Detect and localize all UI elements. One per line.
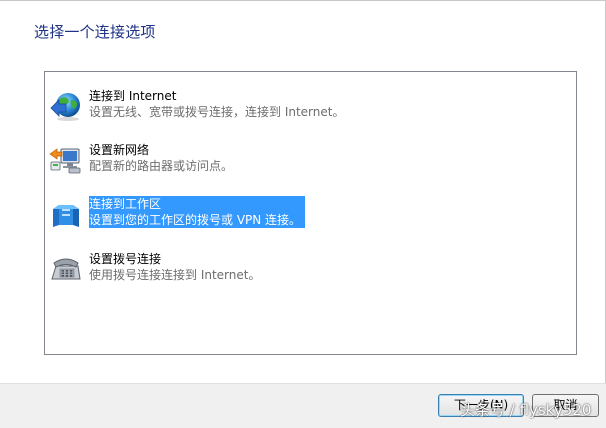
dialog-heading: 选择一个连接选项 [34, 23, 156, 41]
workplace-icon [49, 198, 83, 230]
option-description: 使用拨号连接连接到 Internet。 [89, 268, 261, 282]
option-label: 连接到工作区 [89, 197, 162, 211]
dialup-phone-icon [49, 253, 83, 285]
connection-options-list: 连接到 Internet 设置无线、宽带或拨号连接，连接到 Internet。 … [44, 71, 577, 355]
option-connect-workplace[interactable]: 连接到工作区 设置到您的工作区的拨号或 VPN 连接。 [49, 194, 569, 234]
globe-network-icon [49, 90, 83, 122]
option-setup-dialup[interactable]: 设置拨号连接 使用拨号连接连接到 Internet。 [49, 249, 569, 289]
option-label: 连接到 Internet [89, 89, 177, 103]
option-description: 配置新的路由器或访问点。 [89, 159, 234, 173]
option-connect-internet[interactable]: 连接到 Internet 设置无线、宽带或拨号连接，连接到 Internet。 [49, 86, 569, 126]
watermark-text: 头条号 / flysky520 [460, 401, 592, 419]
option-setup-network[interactable]: 设置新网络 配置新的路由器或访问点。 [49, 140, 569, 180]
window-top-edge [0, 0, 606, 1]
option-description: 设置到您的工作区的拨号或 VPN 连接。 [89, 213, 302, 227]
option-description: 设置无线、宽带或拨号连接，连接到 Internet。 [89, 105, 345, 119]
option-label: 设置新网络 [89, 143, 150, 157]
option-label: 设置拨号连接 [89, 252, 162, 266]
new-network-icon [49, 144, 83, 176]
